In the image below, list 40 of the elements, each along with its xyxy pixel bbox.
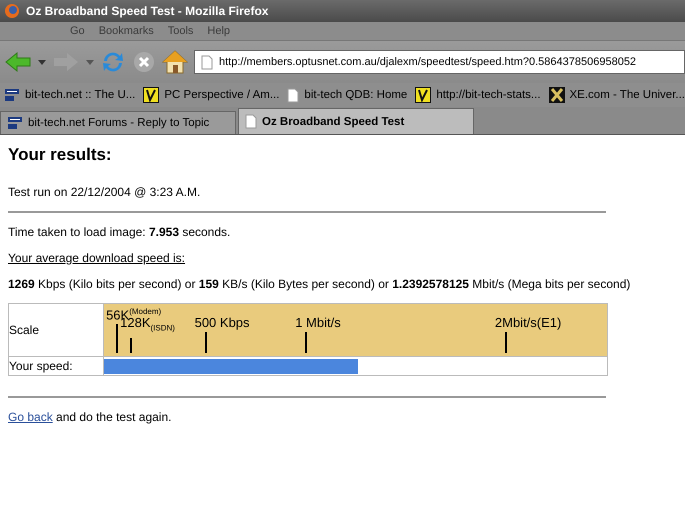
site-favicon-icon [7,115,23,131]
page-icon [201,54,213,70]
page-icon [245,114,257,129]
back-arrow-icon[interactable] [4,50,32,74]
menu-item[interactable]: Go [70,25,85,37]
bookmark-item[interactable]: XE.com - The Univer... [548,87,685,103]
browser-logo-icon [4,3,20,19]
site-favicon-icon [143,87,160,103]
address-field[interactable]: http://members.optusnet.com.au/djalexm/speedtest/speed.htm?0.5864378506958052 [194,50,685,74]
browser-tab[interactable]: Oz Broadband Speed Test [238,108,474,134]
stop-icon[interactable] [132,50,156,74]
bookmark-item[interactable]: bit-tech QDB: Home [287,88,408,102]
bookmark-item[interactable]: PC Perspective / Am... [143,87,280,103]
test-again-text: and do the test again. [56,410,172,424]
menu-item[interactable]: Tools [168,25,194,37]
test-run-text: Test run on 22/12/2004 @ 3:23 A.M. [8,185,202,199]
home-icon[interactable] [162,49,188,75]
scale-tick-label: 2Mbit/s(E1) [494,316,562,330]
scale-tick-label: 500 Kbps [194,316,250,330]
site-favicon-icon [4,87,20,103]
bookmark-item[interactable]: bit-tech.net :: The U... [4,87,136,103]
go-back-link[interactable]: Go back [8,410,53,424]
menu-item[interactable]: Help [207,25,230,37]
average-speed-label: Your average download speed is: [8,251,186,265]
results-heading: Your results: [8,145,113,165]
window-title: Oz Broadband Speed Test - Mozilla Firefox [26,4,268,18]
speed-results-text: 1269 Kbps (Kilo bits per second) or 159 KB/s (Kilo Bytes per second) or 1.2392578125 Mbit/s (Mega bits per second) [8,277,632,291]
page-icon [287,88,300,102]
time-taken-text: Time taken to load image: 7.953 seconds. [8,225,232,239]
site-favicon-icon [548,87,565,103]
dropdown-caret-icon[interactable] [86,60,94,64]
scale-tick-label: 128K$_{(ISDN)}$ [120,316,175,335]
bookmark-item[interactable]: http://bit-tech-stats... [415,87,541,103]
site-favicon-icon [415,87,432,103]
scale-tick-label: 1 Mbit/s [295,316,341,330]
menu-item[interactable]: Bookmarks [98,25,154,37]
dropdown-caret-icon[interactable] [38,60,46,64]
scale-label: Scale [8,304,104,356]
your-speed-label: Your speed: [8,356,104,376]
browser-tab[interactable]: bit-tech.net Forums - Reply to Topic [0,111,236,134]
